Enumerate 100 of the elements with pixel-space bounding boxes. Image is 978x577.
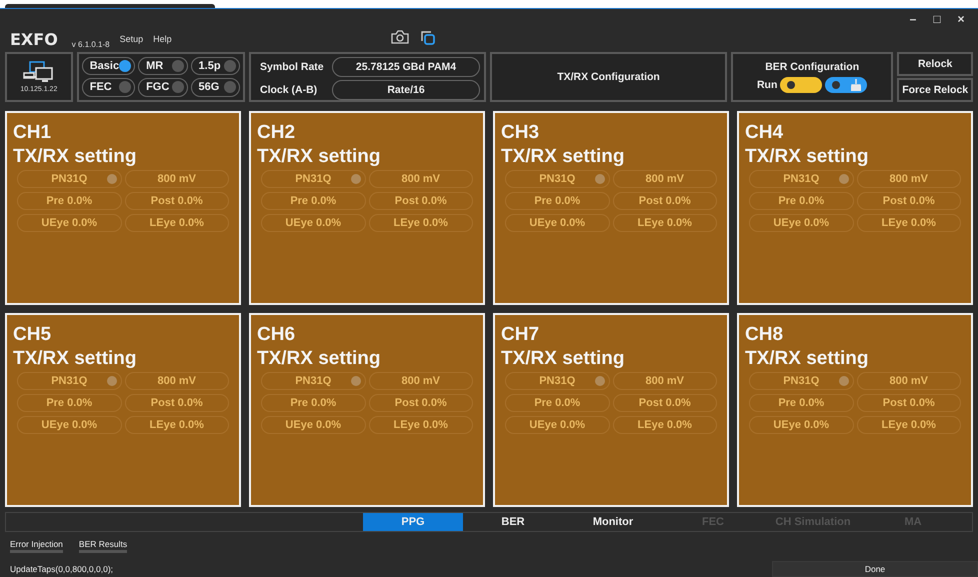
sub-tab[interactable]: Error Injection [10,538,63,553]
txrx-configuration-button[interactable]: TX/RX Configuration [490,52,728,102]
pattern-field[interactable]: PN31Q [749,372,854,390]
indicator-icon [838,174,848,184]
clock-field[interactable]: Rate/16 [332,80,480,100]
amplitude-field[interactable]: 800 mV [124,372,229,390]
relock-button[interactable]: Relock [897,52,973,76]
mode-toggle[interactable]: FEC [82,78,136,97]
post-field[interactable]: Post 0.0% [856,394,961,412]
status-message: UpdateTaps(0,0,800,0,0,0); [10,564,114,574]
copy-icon[interactable] [420,30,436,46]
channel-subtitle: TX/RX setting [13,346,138,371]
run-label: Run [756,78,778,91]
pre-field[interactable]: Pre 0.0% [17,192,122,210]
maximize-button[interactable]: □ [930,12,944,26]
indicator-icon [106,174,116,184]
tab[interactable]: BER [463,512,563,531]
pre-field[interactable]: Pre 0.0% [749,394,854,412]
computers-icon [22,60,56,83]
menu-item[interactable]: Setup [120,34,144,44]
channel-subtitle: TX/RX setting [257,144,382,169]
logo: EXFO [10,30,58,50]
post-field[interactable]: Post 0.0% [612,192,717,210]
mode-toggle[interactable]: FGC [138,78,188,97]
leye-field[interactable]: LEye 0.0% [612,214,717,232]
run-switch[interactable] [780,76,822,93]
channel-subtitle: TX/RX setting [257,346,382,371]
pre-field[interactable]: Pre 0.0% [749,192,854,210]
force-relock-button[interactable]: Force Relock [897,78,973,102]
channel-title: CH3 [501,120,540,145]
channel-title: CH4 [745,120,784,145]
minimize-button[interactable]: – [906,12,920,26]
amplitude-field[interactable]: 800 mV [124,170,229,188]
clear-switch[interactable] [825,76,868,93]
pattern-field[interactable]: PN31Q [505,170,610,188]
ueye-field[interactable]: UEye 0.0% [261,416,366,434]
leye-field[interactable]: LEye 0.0% [612,416,717,434]
amplitude-field[interactable]: 800 mV [856,170,961,188]
ueye-field[interactable]: UEye 0.0% [17,416,122,434]
indicator-icon [106,376,116,386]
mode-toggle[interactable]: 1.5p [190,56,240,76]
symbol-rate-field[interactable]: 25.78125 GBd PAM4 [332,56,480,77]
ueye-field[interactable]: UEye 0.0% [749,214,854,232]
post-field[interactable]: Post 0.0% [368,192,473,210]
post-field[interactable]: Post 0.0% [368,394,473,412]
sub-tab[interactable]: BER Results [78,538,128,553]
leye-field[interactable]: LEye 0.0% [368,214,473,232]
pre-field[interactable]: Pre 0.0% [17,394,122,412]
channel-subtitle: TX/RX setting [745,346,870,371]
channel-subtitle: TX/RX setting [501,346,626,371]
pattern-field[interactable]: PN31Q [17,372,122,390]
channel-title: CH1 [13,120,52,145]
post-field[interactable]: Post 0.0% [124,192,229,210]
amplitude-field[interactable]: 800 mV [368,170,473,188]
pattern-field[interactable]: PN31Q [17,170,122,188]
pre-field[interactable]: Pre 0.0% [505,192,610,210]
version-label: v 6.1.0.1-8 [72,40,110,49]
tab[interactable]: Monitor [563,512,663,531]
indicator-icon [838,376,848,386]
channel-title: CH2 [257,120,296,145]
mode-toggle[interactable]: MR [138,56,188,76]
ueye-field[interactable]: UEye 0.0% [505,416,610,434]
leye-field[interactable]: LEye 0.0% [856,214,961,232]
channel-title: CH7 [501,322,540,347]
close-button[interactable]: × [954,12,968,26]
amplitude-field[interactable]: 800 mV [612,372,717,390]
amplitude-field[interactable]: 800 mV [856,372,961,390]
indicator-icon [350,174,360,184]
pre-field[interactable]: Pre 0.0% [505,394,610,412]
leye-field[interactable]: LEye 0.0% [124,214,229,232]
channel-title: CH8 [745,322,784,347]
pre-field[interactable]: Pre 0.0% [261,394,366,412]
post-field[interactable]: Post 0.0% [612,394,717,412]
tab[interactable]: PPG [363,512,463,531]
pre-field[interactable]: Pre 0.0% [261,192,366,210]
leye-field[interactable]: LEye 0.0% [856,416,961,434]
indicator-icon [594,174,604,184]
indicator-icon [350,376,360,386]
done-button[interactable]: Done [772,561,978,577]
pattern-field[interactable]: PN31Q [261,170,366,188]
menu-item[interactable]: Help [153,34,172,44]
ueye-field[interactable]: UEye 0.0% [17,214,122,232]
ueye-field[interactable]: UEye 0.0% [261,214,366,232]
mode-toggle[interactable]: Basic [82,56,136,76]
ueye-field[interactable]: UEye 0.0% [505,214,610,232]
brush-icon [851,78,862,91]
mode-toggle[interactable]: 56G [190,78,240,97]
pattern-field[interactable]: PN31Q [505,372,610,390]
ueye-field[interactable]: UEye 0.0% [749,416,854,434]
ber-title: BER Configuration [765,60,860,73]
post-field[interactable]: Post 0.0% [856,192,961,210]
amplitude-field[interactable]: 800 mV [368,372,473,390]
camera-icon[interactable] [390,30,410,44]
leye-field[interactable]: LEye 0.0% [124,416,229,434]
pattern-field[interactable]: PN31Q [261,372,366,390]
channel-subtitle: TX/RX setting [501,144,626,169]
leye-field[interactable]: LEye 0.0% [368,416,473,434]
pattern-field[interactable]: PN31Q [749,170,854,188]
post-field[interactable]: Post 0.0% [124,394,229,412]
amplitude-field[interactable]: 800 mV [612,170,717,188]
